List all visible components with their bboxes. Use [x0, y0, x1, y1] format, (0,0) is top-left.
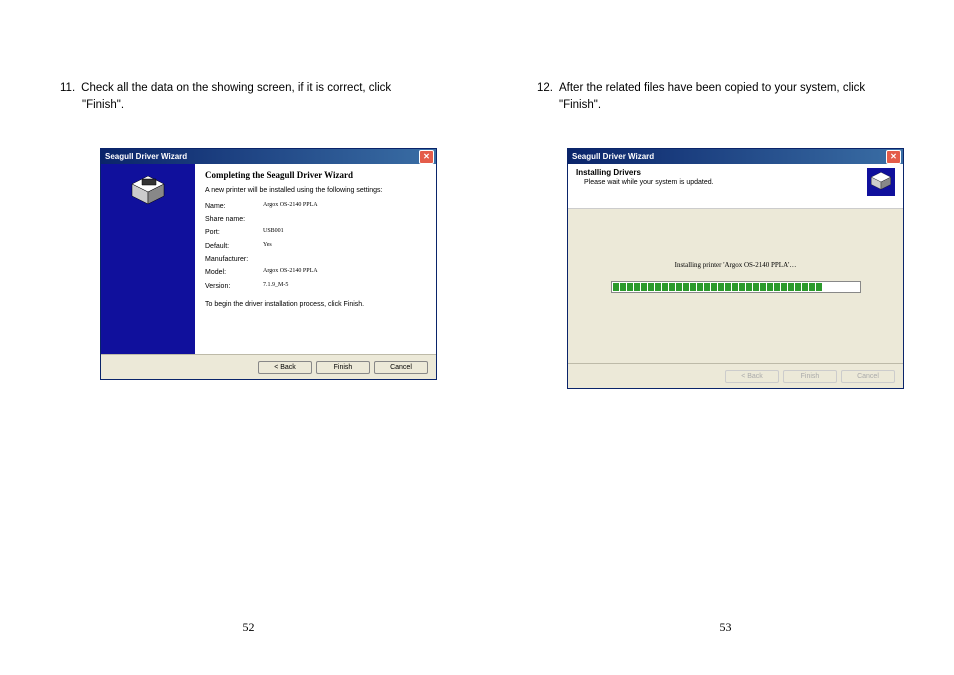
- settings-value: 7.1.9_M-5: [263, 280, 288, 293]
- settings-list: Name:Argox OS-2140 PPLAShare name:Port:U…: [205, 200, 426, 293]
- settings-label: Default:: [205, 240, 263, 253]
- finish-button: Finish: [783, 370, 837, 383]
- progress-segment: [648, 283, 654, 291]
- wizard-subtitle: A new printer will be installed using th…: [205, 187, 426, 194]
- progress-segment: [718, 283, 724, 291]
- wizard-note: To begin the driver installation process…: [205, 301, 426, 308]
- progress-segment: [627, 283, 633, 291]
- settings-row: Manufacturer:: [205, 253, 426, 266]
- finish-button[interactable]: Finish: [316, 361, 370, 374]
- step-number: 12.: [537, 82, 553, 94]
- settings-row: Share name:: [205, 213, 426, 226]
- header-title: Installing Drivers: [576, 168, 714, 177]
- button-row: < Back Finish Cancel: [568, 363, 903, 388]
- settings-value: USB001: [263, 226, 284, 239]
- settings-label: Manufacturer:: [205, 253, 263, 266]
- button-row: < Back Finish Cancel: [101, 354, 436, 379]
- wizard-body: Installing printer 'Argox OS-2140 PPLA'…: [568, 209, 903, 363]
- settings-row: Default:Yes: [205, 240, 426, 253]
- progress-segment: [774, 283, 780, 291]
- settings-label: Name:: [205, 200, 263, 213]
- wizard-installing: Seagull Driver Wizard ✕ Installing Drive…: [567, 148, 904, 389]
- window-title: Seagull Driver Wizard: [105, 152, 187, 161]
- progress-segment: [641, 283, 647, 291]
- progress-segment: [788, 283, 794, 291]
- header-text: Installing Drivers Please wait while you…: [576, 168, 714, 204]
- step-text: 12. After the related files have been cop…: [537, 80, 924, 115]
- progress-segment: [746, 283, 752, 291]
- step-line-2: "Finish".: [82, 97, 447, 114]
- cancel-button[interactable]: Cancel: [374, 361, 428, 374]
- page-number: 52: [20, 620, 477, 635]
- close-icon[interactable]: ✕: [419, 150, 434, 164]
- printer-icon: [130, 174, 166, 210]
- progress-segment: [669, 283, 675, 291]
- settings-row: Version:7.1.9_M-5: [205, 280, 426, 293]
- progress-segment: [683, 283, 689, 291]
- progress-bar: [611, 281, 861, 293]
- progress-segment: [802, 283, 808, 291]
- wizard-heading: Completing the Seagull Driver Wizard: [205, 170, 426, 181]
- titlebar: Seagull Driver Wizard ✕: [101, 149, 436, 164]
- step-line-2: "Finish".: [559, 97, 924, 114]
- manual-page-right: 12. After the related files have been cop…: [497, 0, 954, 675]
- progress-segment: [704, 283, 710, 291]
- progress-segment: [767, 283, 773, 291]
- settings-value: Argox OS-2140 PPLA: [263, 266, 318, 279]
- settings-row: Name:Argox OS-2140 PPLA: [205, 200, 426, 213]
- progress-segment: [711, 283, 717, 291]
- progress-segment: [697, 283, 703, 291]
- window-title: Seagull Driver Wizard: [572, 152, 654, 161]
- wizard-header: Installing Drivers Please wait while you…: [568, 164, 903, 209]
- page-number: 53: [497, 620, 954, 635]
- step-line-1: After the related files have been copied…: [559, 82, 865, 94]
- progress-segment: [739, 283, 745, 291]
- wizard-completing: Seagull Driver Wizard ✕ Completing the S…: [100, 148, 437, 380]
- settings-value: Yes: [263, 240, 272, 253]
- wizard-main: Completing the Seagull Driver Wizard A n…: [195, 164, 436, 354]
- settings-value: Argox OS-2140 PPLA: [263, 200, 318, 213]
- step-line-1: Check all the data on the showing screen…: [81, 82, 391, 94]
- header-subtitle: Please wait while your system is updated…: [584, 179, 714, 186]
- close-icon[interactable]: ✕: [886, 150, 901, 164]
- settings-label: Port:: [205, 226, 263, 239]
- settings-row: Model:Argox OS-2140 PPLA: [205, 266, 426, 279]
- printer-icon: [867, 168, 895, 196]
- install-status-text: Installing printer 'Argox OS-2140 PPLA'…: [568, 261, 903, 269]
- progress-segment: [753, 283, 759, 291]
- step-text: 11. Check all the data on the showing scr…: [60, 80, 447, 115]
- wizard-body: Completing the Seagull Driver Wizard A n…: [101, 164, 436, 354]
- progress-segment: [781, 283, 787, 291]
- progress-segment: [662, 283, 668, 291]
- wizard-sidebar: [101, 164, 195, 354]
- step-number: 11.: [60, 82, 75, 94]
- progress-segment: [655, 283, 661, 291]
- titlebar: Seagull Driver Wizard ✕: [568, 149, 903, 164]
- progress-segment: [816, 283, 822, 291]
- progress-segment: [690, 283, 696, 291]
- settings-label: Model:: [205, 266, 263, 279]
- manual-page-left: 11. Check all the data on the showing scr…: [20, 0, 477, 675]
- settings-row: Port:USB001: [205, 226, 426, 239]
- progress-segment: [795, 283, 801, 291]
- progress-segment: [725, 283, 731, 291]
- progress-segment: [634, 283, 640, 291]
- cancel-button: Cancel: [841, 370, 895, 383]
- settings-label: Version:: [205, 280, 263, 293]
- progress-segment: [620, 283, 626, 291]
- settings-label: Share name:: [205, 213, 263, 226]
- back-button: < Back: [725, 370, 779, 383]
- progress-segment: [613, 283, 619, 291]
- back-button[interactable]: < Back: [258, 361, 312, 374]
- progress-segment: [760, 283, 766, 291]
- progress-segment: [676, 283, 682, 291]
- progress-segment: [732, 283, 738, 291]
- progress-segment: [809, 283, 815, 291]
